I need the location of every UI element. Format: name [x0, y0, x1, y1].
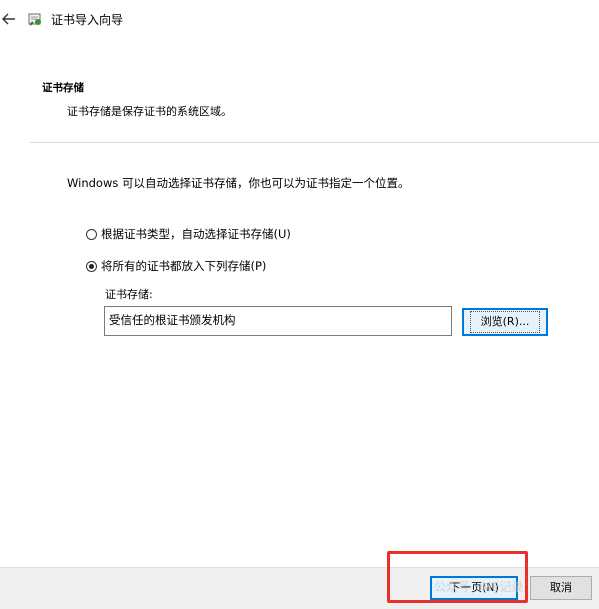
header-divider [30, 142, 599, 143]
store-field-label: 证书存储: [105, 288, 153, 301]
annotation-highlight-box [387, 551, 528, 603]
section-title: 证书存储 [42, 82, 84, 94]
certificate-store-field[interactable]: 受信任的根证书颁发机构 [104, 306, 452, 336]
place-all-radio[interactable] [86, 261, 97, 272]
auto-select-radio-label[interactable]: 根据证书类型，自动选择证书存储(U) [101, 227, 291, 242]
certificate-wizard-icon [27, 11, 44, 28]
place-all-radio-label[interactable]: 将所有的证书都放入下列存储(P) [101, 259, 266, 274]
window-title: 证书导入向导 [51, 13, 124, 27]
cancel-button-label: 取消 [550, 581, 572, 594]
browse-button-label: 浏览(R)... [469, 311, 541, 333]
intro-text: Windows 可以自动选择证书存储，你也可以为证书指定一个位置。 [67, 176, 410, 190]
browse-button[interactable]: 浏览(R)... [462, 308, 548, 336]
cancel-button[interactable]: 取消 [530, 576, 592, 600]
section-description: 证书存储是保存证书的系统区域。 [67, 105, 232, 118]
auto-select-radio[interactable] [86, 229, 97, 240]
certificate-store-value: 受信任的根证书颁发机构 [109, 313, 236, 327]
back-arrow-icon[interactable] [0, 10, 18, 28]
